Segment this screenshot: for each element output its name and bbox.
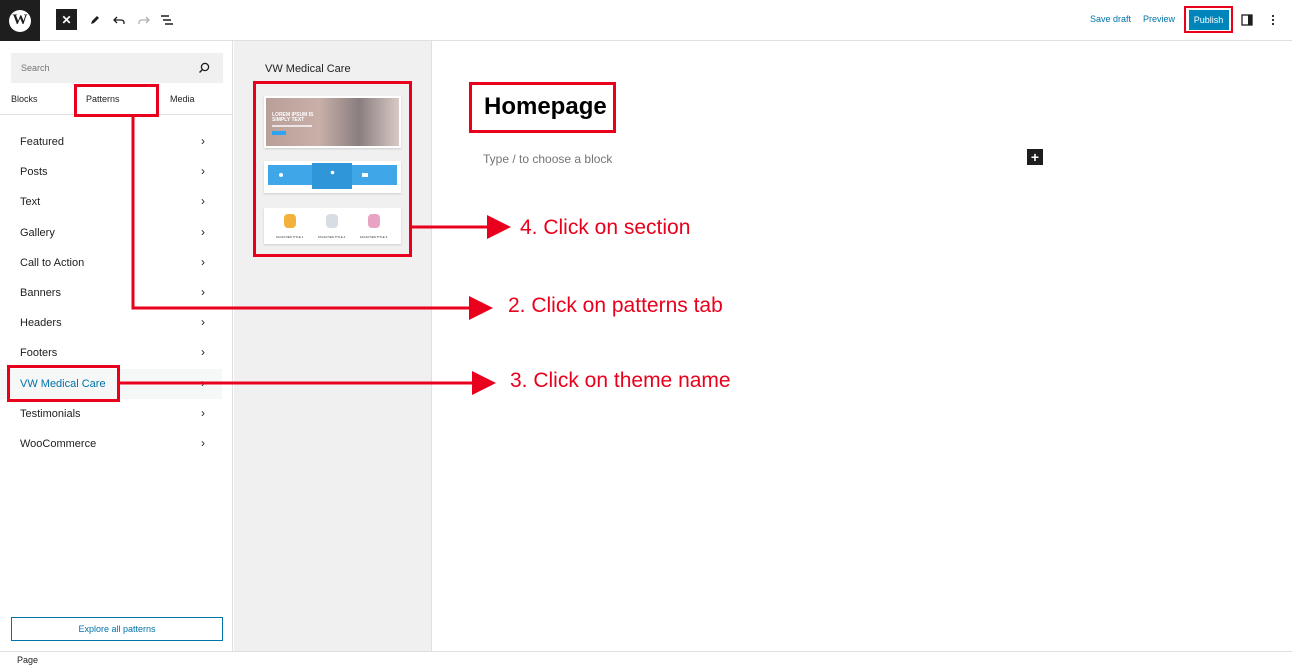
editor-footer: Page: [0, 651, 1292, 668]
annotation-arrows: [120, 117, 511, 395]
annotation-step2: 2. Click on patterns tab: [508, 294, 723, 317]
annotation-step4: 4. Click on section: [520, 216, 691, 239]
annotation-step3: 3. Click on theme name: [510, 369, 731, 392]
breadcrumb[interactable]: Page: [17, 655, 38, 665]
arrow-step2: [131, 117, 493, 320]
